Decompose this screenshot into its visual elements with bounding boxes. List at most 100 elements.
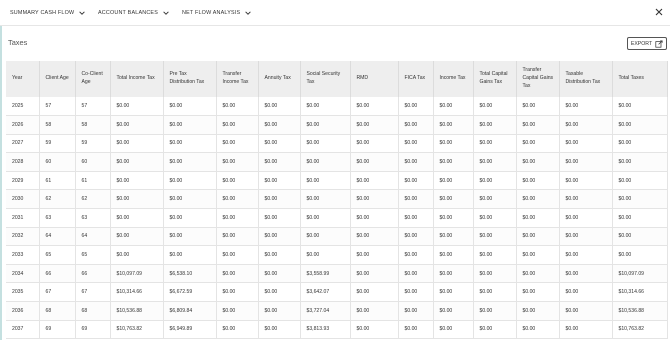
column-header[interactable]: Transfer Capital Gains Tax [516,61,560,97]
table-cell: $0.00 [516,152,560,172]
table-cell: $0.00 [612,227,668,247]
column-header[interactable]: Total Capital Gains Tax [473,61,517,97]
table-cell: $0.00 [110,97,164,117]
tab-account-balances[interactable]: ACCOUNT BALANCES [98,7,170,19]
column-header[interactable]: Social Security Tax [300,61,351,97]
table-cell: $0.00 [163,189,217,210]
table-cell: $0.00 [433,152,474,172]
table-cell: 2030 [6,189,40,210]
table-cell: 58 [39,115,76,135]
table-cell: $0.00 [163,134,217,154]
table-cell: $0.00 [516,208,560,228]
table-row: 2030 62 62 $0.00 $0.00 $0.00 $0.00 $0.00 $0.00 $0… [6,189,668,210]
table-cell: $0.00 [398,208,434,228]
table-cell: 57 [39,97,76,117]
column-header[interactable]: Taxable Distribution Tax [559,61,613,97]
column-header[interactable]: RMD [350,61,399,97]
table-cell: $0.00 [433,245,474,265]
column-header[interactable]: FICA Tax [398,61,434,97]
taxes-table: Year Client Age Co-Client Age Total Income … [6,61,668,340]
table-cell: $0.00 [516,320,560,340]
export-icon [655,39,663,48]
table-cell: $0.00 [258,134,301,154]
table-cell: $0.00 [612,97,668,117]
table-cell: $0.00 [300,189,351,210]
table-cell: 2037 [6,320,40,340]
table-header-row: Year Client Age Co-Client Age Total Income … [6,61,668,97]
table-cell: $0.00 [110,134,164,154]
table-cell: $0.00 [110,245,164,265]
table-cell: $0.00 [398,134,434,154]
table-cell: $0.00 [398,97,434,117]
table-cell: $0.00 [258,301,301,321]
column-header[interactable]: Total Income Tax [110,61,164,97]
taxes-table-container[interactable]: Year Client Age Co-Client Age Total Income … [6,61,670,340]
table-cell: $0.00 [473,97,517,117]
table-cell: $0.00 [433,134,474,154]
export-button[interactable]: EXPORT [627,37,667,50]
table-cell: $0.00 [350,227,399,247]
table-cell: $0.00 [258,208,301,228]
column-header[interactable]: Client Age [39,61,76,97]
column-header[interactable]: Annuity Tax [258,61,301,97]
table-cell: $0.00 [433,97,474,117]
table-cell: $0.00 [258,115,301,135]
table-cell: $0.00 [350,115,399,135]
table-cell: $0.00 [163,152,217,172]
table-cell: 57 [75,97,111,117]
table-cell: 2036 [6,301,40,321]
table-cell: $3,813.93 [300,320,351,340]
table-cell: 2026 [6,115,40,135]
column-header[interactable]: Income Tax [433,61,474,97]
column-header[interactable]: Total Taxes [612,61,668,97]
tab-net-flow-analysis[interactable]: NET FLOW ANALYSIS [182,7,252,19]
table-cell: $0.00 [398,301,434,321]
table-cell: $0.00 [473,245,517,265]
close-icon[interactable] [654,7,664,17]
table-cell: $0.00 [398,171,434,191]
table-cell: $0.00 [258,245,301,265]
table-cell: $0.00 [612,152,668,172]
table-cell: $0.00 [163,97,217,117]
table-cell: $0.00 [473,301,517,321]
column-header[interactable]: Transfer Income Tax [216,61,259,97]
table-cell: $10,763.82 [612,320,668,340]
table-cell: $0.00 [350,264,399,284]
table-cell: $0.00 [559,171,613,191]
table-cell: $0.00 [398,152,434,172]
table-cell: $0.00 [559,189,613,210]
table-cell: $0.00 [559,115,613,135]
table-cell: $0.00 [216,320,259,340]
table-cell: $0.00 [300,152,351,172]
table-cell: $0.00 [473,227,517,247]
table-cell: 62 [39,189,76,210]
table-cell: $0.00 [473,208,517,228]
table-body: 2025 57 57 $0.00 $0.00 $0.00 $0.00 $0.00 $0.00 $0… [6,97,668,340]
table-cell: $0.00 [473,134,517,154]
table-row: 2027 59 59 $0.00 $0.00 $0.00 $0.00 $0.00 $0.00 $0… [6,134,668,154]
column-header[interactable]: Year [6,61,40,97]
table-cell: 61 [75,171,111,191]
table-cell: 64 [75,227,111,247]
table-cell: 62 [75,189,111,210]
table-cell: $0.00 [163,171,217,191]
table-cell: $0.00 [473,115,517,135]
table-row: 2031 63 63 $0.00 $0.00 $0.00 $0.00 $0.00 $0.00 $0… [6,208,668,228]
table-cell: 63 [75,208,111,228]
table-cell: $0.00 [350,171,399,191]
table-cell: $0.00 [516,245,560,265]
table-cell: $0.00 [300,245,351,265]
table-cell: $6,949.89 [163,320,217,340]
table-cell: 63 [39,208,76,228]
tab-summary-cash-flow[interactable]: SUMMARY CASH FLOW [10,7,86,19]
table-cell: $0.00 [433,227,474,247]
table-cell: 2027 [6,134,40,154]
column-header[interactable]: Co-Client Age [75,61,111,97]
table-cell: $0.00 [216,227,259,247]
table-cell: $0.00 [216,208,259,228]
table-cell: $0.00 [258,189,301,210]
chevron-down-icon [163,11,169,15]
column-header[interactable]: Pre Tax Distribution Tax [163,61,217,97]
table-cell: $10,763.82 [110,320,164,340]
table-cell: $0.00 [216,115,259,135]
